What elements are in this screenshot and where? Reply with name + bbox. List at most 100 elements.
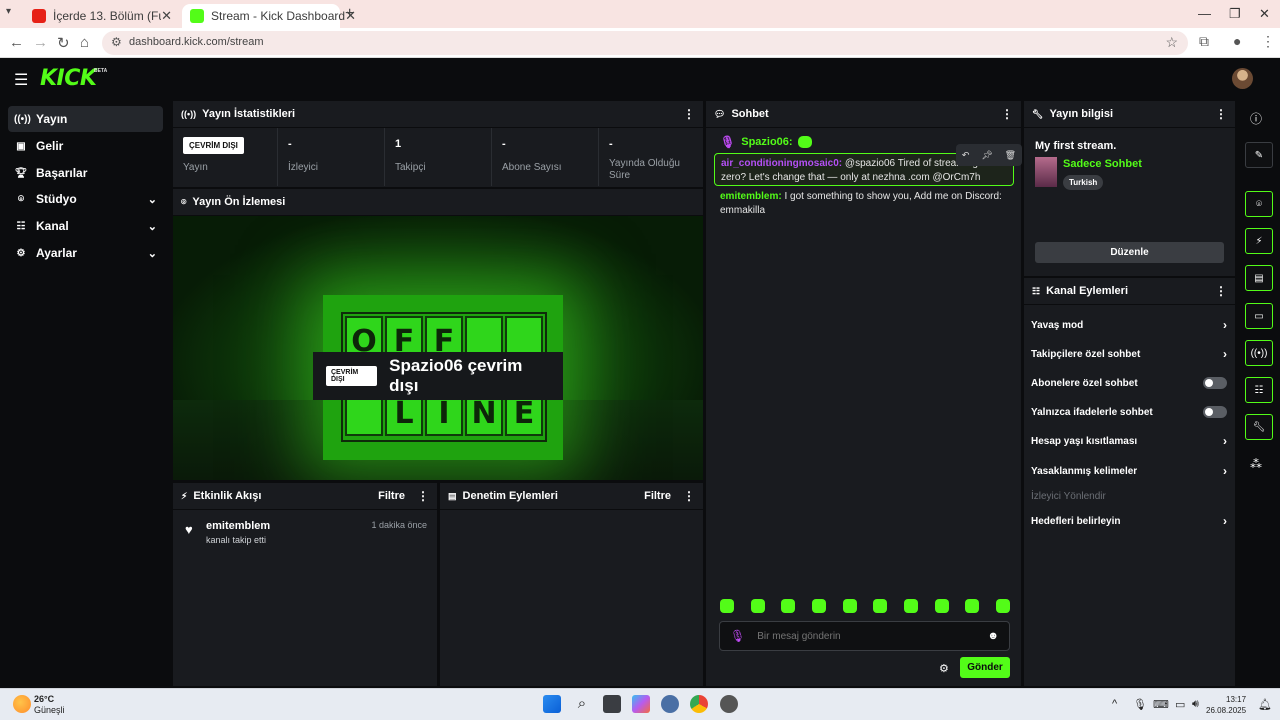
chat-message[interactable]: emitemblem: I got something to show you,… [714,187,1014,221]
stream-category[interactable]: Sadece Sohbet [1063,158,1142,170]
more-options-icon[interactable]: ⋮ [1215,284,1227,298]
minimize-icon[interactable]: — [1198,6,1211,21]
network-icon[interactable]: ▭ [1175,698,1185,711]
reload-icon[interactable]: ↻ [57,34,70,52]
trash-icon[interactable]: 🗑︎ [1005,150,1016,161]
emote-icon[interactable] [781,599,796,613]
emote-only-toggle[interactable] [1203,406,1227,418]
sidebar-item-gelir[interactable]: ▣ Gelir [8,133,163,159]
more-options-icon[interactable]: ⋮ [683,489,695,503]
action-slow-mode[interactable]: Yavaş mod › [1031,315,1227,335]
rail-preview-button[interactable]: ⌾ [1245,191,1273,217]
chrome-icon[interactable] [690,695,708,713]
action-account-age[interactable]: Hesap yaşı kısıtlaması › [1031,431,1227,451]
sidebar-item-yayin[interactable]: ((•)) Yayın [8,106,163,132]
tab-search-icon[interactable]: ▾ [6,6,11,17]
close-window-icon[interactable]: ✕ [1259,6,1270,22]
sidebar-item-basarilar[interactable]: 🏆︎ Başarılar [8,160,163,186]
action-followers-only[interactable]: Takipçilere özel sohbet › [1031,344,1227,364]
obs-icon[interactable] [720,695,738,713]
restore-icon[interactable]: ❐ [1229,6,1241,22]
back-icon[interactable]: ← [9,34,24,51]
sidebar: ((•)) Yayın ▣ Gelir 🏆︎ Başarılar ⌾ Stüdy… [0,98,170,688]
emote-icon[interactable] [873,599,888,613]
settings-app-icon[interactable] [661,695,679,713]
moderation-panel: ▤ Denetim Eylemleri Filtre ⋮ [440,483,703,686]
menu-kebab-icon[interactable]: ⋮ [1261,33,1275,50]
filter-button[interactable]: Filtre [378,490,405,502]
microphone-tray-icon[interactable]: 🎙︎ [1133,698,1147,711]
rail-channel-actions-button[interactable]: ☷ [1245,377,1273,403]
hamburger-menu-icon[interactable]: ☰ [14,70,28,90]
info-icon[interactable]: ⓘ [1250,110,1262,127]
tab-youtube[interactable]: İçerde 13. Bölüm (Full HD) - Yo ✕ [24,4,180,28]
undo-icon[interactable]: ↶ [962,150,970,161]
rail-moderation-button[interactable]: ▤ [1245,265,1273,291]
more-options-icon[interactable]: ⋮ [1001,107,1013,121]
home-icon[interactable]: ⌂ [80,34,89,51]
rail-chat-button[interactable]: ▭ [1245,303,1273,329]
forward-icon[interactable]: → [33,34,48,51]
keyboard-icon[interactable]: ⌨ [1153,698,1169,711]
emote-icon[interactable] [750,599,765,613]
sidebar-item-label: Kanal [36,219,69,233]
emote-icon[interactable] [842,599,857,613]
close-tab-icon[interactable]: ✕ [161,8,172,24]
windows-start-icon[interactable] [543,695,561,713]
emoji-picker-icon[interactable]: ☻ [987,630,999,642]
emote-icon[interactable] [995,599,1010,613]
search-icon[interactable]: ⌕ [573,695,591,713]
pinned-username[interactable]: Spazio06: [741,136,792,148]
rail-stats-button[interactable]: ((•)) [1245,340,1273,366]
more-options-icon[interactable]: ⋮ [417,489,429,503]
chevron-down-icon: ⌄ [147,220,157,233]
tray-chevron-icon[interactable]: ^ [1112,698,1117,710]
url-field[interactable]: ⚙ dashboard.kick.com/stream ☆ [102,31,1188,55]
emote-icon[interactable] [811,599,826,613]
sidebar-item-ayarlar[interactable]: ⚙ Ayarlar ⌄ [8,240,163,266]
stat-label: Yayında Olduğu Süre [609,158,680,181]
sidebar-item-studyo[interactable]: ⌾ Stüdyo ⌄ [8,186,163,212]
kick-logo[interactable]: KICK [40,66,97,91]
profile-icon[interactable]: ● [1233,33,1241,49]
volume-icon[interactable]: 🔊︎ [1192,698,1199,711]
action-set-goals[interactable]: Hedefleri belirleyin › [1031,511,1227,531]
chat-username[interactable]: air_conditioningmosaic0: [721,158,842,169]
emote-icon[interactable] [965,599,980,613]
activity-user[interactable]: emitemblem [206,520,270,532]
system-clock[interactable]: 13:17 26.08.2025 [1206,694,1246,716]
sidebar-item-kanal[interactable]: ☷ Kanal ⌄ [8,213,163,239]
panel-title: Yayın İstatistikleri [202,108,296,120]
emote-icon[interactable] [720,599,734,613]
bookmark-star-icon[interactable]: ☆ [1165,34,1178,51]
send-button[interactable]: Gönder [960,657,1010,678]
widgets-icon[interactable]: ⁂ [1250,457,1262,471]
weather-widget[interactable]: 26°C Güneşli [34,694,65,716]
site-info-icon[interactable]: ⚙ [111,35,122,49]
chat-username[interactable]: emitemblem: [720,191,782,202]
panel-title: Kanal Eylemleri [1046,285,1129,297]
task-view-icon[interactable] [603,695,621,713]
subscribers-only-toggle[interactable] [1203,377,1227,389]
chat-settings-icon[interactable]: ⚙ [939,662,949,675]
new-tab-icon[interactable]: + [345,5,354,23]
user-avatar[interactable] [1232,68,1253,89]
more-options-icon[interactable]: ⋮ [1215,107,1227,121]
action-label: Abonelere özel sohbet [1031,377,1138,389]
weather-sun-icon[interactable] [13,695,31,713]
action-banned-words[interactable]: Yasaklanmış kelimeler › [1031,461,1227,481]
notifications-icon[interactable]: 🔔︎ [1258,698,1272,711]
edit-button[interactable]: Düzenle [1035,242,1224,263]
extensions-icon[interactable]: ⧉ [1199,33,1209,50]
chat-message-input[interactable] [757,630,988,642]
copilot-icon[interactable] [632,695,650,713]
rail-edit-button[interactable]: ✎ [1245,142,1273,168]
emote-icon[interactable] [934,599,949,613]
rail-activity-button[interactable]: ⚡︎ [1245,228,1273,254]
more-options-icon[interactable]: ⋮ [683,107,695,121]
rail-stream-info-button[interactable]: 🔧︎ [1245,414,1273,440]
pin-icon[interactable]: 📌︎ [981,150,992,161]
tab-kick-dashboard[interactable]: Stream - Kick Dashboard ✕ [182,4,356,28]
filter-button[interactable]: Filtre [644,490,671,502]
emote-icon[interactable] [903,599,918,613]
